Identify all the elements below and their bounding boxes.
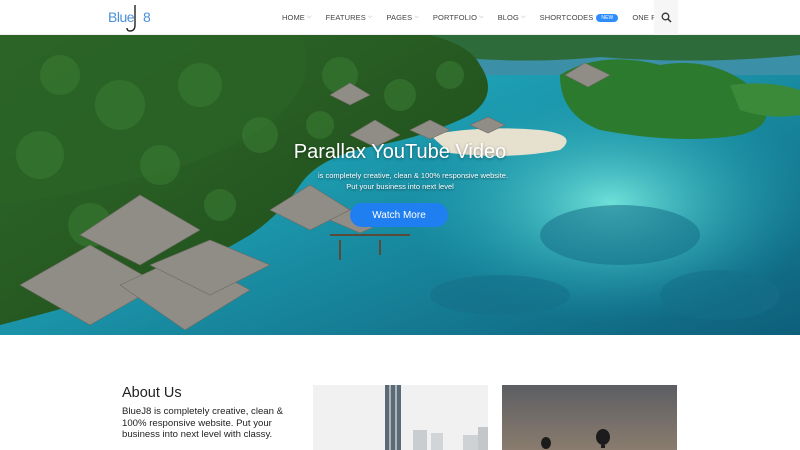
chevron-down-icon: ⌵ (479, 14, 484, 20)
watch-more-button[interactable]: Watch More (350, 203, 448, 227)
nav-item-shortcodes[interactable]: SHORTCODES NEW (540, 13, 619, 22)
hero-subtitle-line2: Put your business into next level (346, 182, 454, 191)
nav-item-label: PORTFOLIO (432, 13, 478, 22)
nav-item-label: BLOG (497, 13, 519, 22)
about-text: BlueJ8 is completely creative, clean & 1… (122, 406, 284, 440)
chevron-down-icon: ⌵ (367, 14, 373, 20)
main-nav: HOME ⌵ FEATURES ⌵ PAGES ⌵ PORTFOLIO ⌵ BLOG ⌵ SHORT… (282, 0, 686, 35)
nav-item-label: FEATURES (325, 13, 366, 22)
search-icon (661, 12, 672, 23)
hero-section: Parallax YouTube Video is completely cre… (0, 35, 800, 335)
chevron-down-icon: ⌵ (414, 14, 419, 20)
about-image-city (313, 385, 488, 450)
new-badge: NEW (596, 13, 619, 22)
nav-item-label: HOME (282, 13, 305, 22)
hero-title: Parallax YouTube Video (293, 141, 507, 163)
nav-item-features[interactable]: FEATURES ⌵ (326, 13, 373, 22)
site-header: Blue 8 HOME ⌵ FEATURES ⌵ PAGES ⌵ PORTFOLIO ⌵ BLOG… (0, 0, 800, 35)
chevron-down-icon: ⌵ (520, 14, 526, 20)
nav-item-pages[interactable]: PAGES ⌵ (386, 13, 418, 22)
about-section: About Us BlueJ8 is completely creative, … (0, 335, 800, 450)
about-title: About Us (122, 385, 182, 401)
nav-item-label: SHORTCODES (539, 13, 594, 22)
nav-item-label: PAGES (386, 13, 413, 22)
search-button[interactable] (654, 0, 678, 35)
nav-item-blog[interactable]: BLOG ⌵ (498, 13, 526, 22)
logo-j-mark-icon (126, 5, 136, 32)
nav-item-home[interactable]: HOME ⌵ (282, 13, 312, 22)
hero-subtitle-line1: is completely creative, clean & 100% res… (317, 171, 509, 180)
nav-item-portfolio[interactable]: PORTFOLIO ⌵ (433, 13, 484, 22)
about-image-balloons (502, 385, 677, 450)
chevron-down-icon: ⌵ (306, 14, 312, 20)
